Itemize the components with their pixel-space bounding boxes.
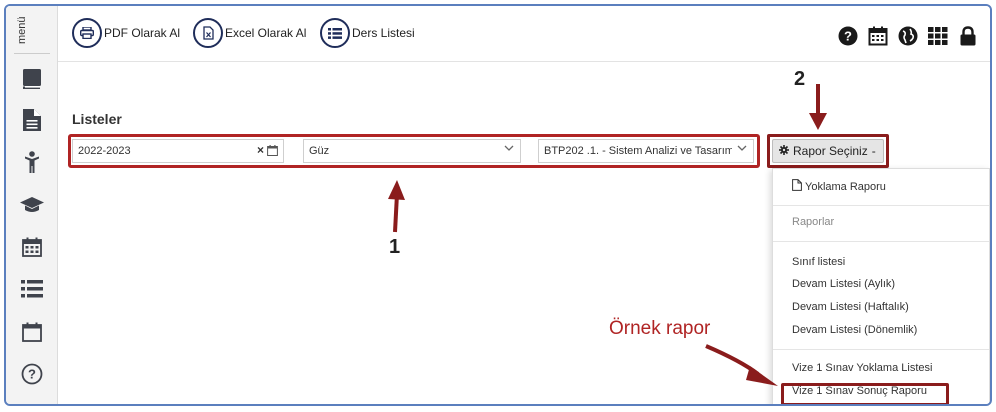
term-value: Güz	[309, 145, 330, 157]
cog-icon	[779, 144, 789, 158]
arrow-down-icon	[809, 84, 827, 130]
divider	[773, 241, 989, 242]
menu-item-monthly-attendance[interactable]: Devam Listesi (Aylık)	[792, 278, 895, 290]
calendar-icon[interactable]	[863, 24, 893, 48]
exam-result-highlight	[781, 383, 949, 404]
lock-icon[interactable]	[953, 24, 983, 48]
calendar-empty-icon[interactable]	[19, 319, 45, 345]
clear-icon[interactable]: ×	[257, 143, 264, 157]
list-icon[interactable]	[19, 276, 45, 302]
course-list-button-label: Ders Listesi	[352, 26, 415, 40]
top-toolbar: PDF Olarak Al Excel Olarak Al Ders Liste…	[6, 6, 990, 62]
pdf-button-label: PDF Olarak Al	[104, 26, 181, 40]
file-icon	[792, 179, 802, 194]
calendar-icon[interactable]	[19, 234, 45, 260]
report-select-button[interactable]: Rapor Seçiniz -	[772, 139, 884, 163]
question-circle-icon[interactable]: ?	[833, 24, 863, 48]
pdf-button[interactable]: PDF Olarak Al	[72, 18, 180, 48]
menu-item-weekly-attendance[interactable]: Devam Listesi (Haftalık)	[792, 301, 909, 313]
attendance-report-label: Yoklama Raporu	[805, 180, 886, 193]
globe-icon[interactable]	[893, 24, 923, 48]
report-dropdown-menu: Yoklama Raporu Raporlar Sınıf listesi De…	[772, 168, 990, 404]
header-icons: ?	[833, 24, 983, 48]
excel-file-icon	[193, 18, 223, 48]
book-icon[interactable]	[19, 66, 45, 92]
report-button-label: Rapor Seçiniz	[793, 144, 868, 158]
graduation-cap-icon[interactable]	[19, 192, 45, 218]
course-list-button[interactable]: Ders Listesi	[320, 18, 415, 48]
list-icon	[320, 18, 350, 48]
excel-button[interactable]: Excel Olarak Al	[193, 18, 306, 48]
arrow-diagonal-icon	[705, 344, 778, 386]
document-icon[interactable]	[19, 107, 45, 133]
year-value: 2022-2023	[78, 145, 131, 157]
excel-button-label: Excel Olarak Al	[225, 26, 307, 40]
printer-icon	[72, 18, 102, 48]
sidebar: menü ?	[6, 6, 58, 404]
svg-text:?: ?	[844, 29, 852, 44]
caret-down-icon: -	[871, 144, 876, 158]
chevron-down-icon	[737, 144, 747, 155]
calendar-small-icon[interactable]	[267, 145, 278, 159]
chevron-down-icon	[504, 144, 514, 155]
person-icon[interactable]	[19, 149, 45, 175]
help-circle-icon[interactable]: ?	[19, 361, 45, 387]
divider	[773, 205, 989, 206]
menu-item-class-list[interactable]: Sınıf listesi	[792, 256, 845, 268]
menu-item-exam-attendance[interactable]: Vize 1 Sınav Yoklama Listesi	[792, 362, 932, 374]
menu-toggle[interactable]: menü	[14, 14, 50, 54]
annotation-step-1: 1	[389, 236, 401, 258]
app-window: PDF Olarak Al Excel Olarak Al Ders Liste…	[4, 4, 992, 406]
course-value: BTP202 .1. - Sistem Analizi ve Tasarım	[544, 145, 732, 157]
svg-text:?: ?	[28, 367, 36, 382]
annotation-example-label: Örnek rapor	[609, 318, 711, 339]
year-select[interactable]: 2022-2023 ×	[72, 139, 284, 163]
attendance-report-item[interactable]: Yoklama Raporu	[792, 179, 886, 194]
course-select[interactable]: BTP202 .1. - Sistem Analizi ve Tasarım	[538, 139, 754, 163]
term-select[interactable]: Güz	[303, 139, 521, 163]
grid-icon[interactable]	[923, 24, 953, 48]
reports-header: Raporlar	[792, 216, 835, 228]
annotation-step-2: 2	[794, 68, 806, 90]
menu-label: menü	[16, 16, 28, 44]
arrow-up-icon	[388, 180, 405, 233]
menu-item-term-attendance[interactable]: Devam Listesi (Dönemlik)	[792, 324, 917, 336]
page-title: Listeler	[72, 111, 122, 127]
divider	[773, 349, 989, 350]
